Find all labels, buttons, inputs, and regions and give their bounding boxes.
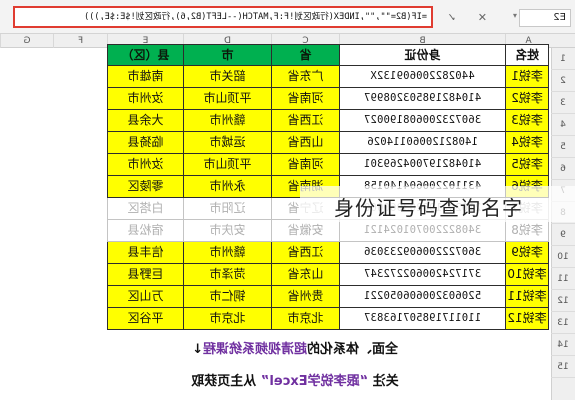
city-cell[interactable]: 辽阳市 [183,198,271,220]
row-header-9[interactable]: 9 [551,224,575,246]
city-cell[interactable]: 永州市 [183,176,271,198]
table-row: 李锐5 410482197004269301 河南省 平顶山市 汝州市 [107,154,549,176]
id-number-cell[interactable]: 371724200602272347 [339,264,505,286]
city-cell[interactable]: 韶关市 [183,66,271,88]
name-cell[interactable]: 李锐10 [505,264,549,286]
table-row: 李锐9 360722200609233036 江西省 赣州市 信丰县 [107,242,549,264]
city-cell[interactable]: 北京市 [183,308,271,330]
name-cell[interactable]: 李锐8 [505,220,549,242]
province-cell[interactable]: 贵州省 [271,286,339,308]
name-cell[interactable]: 李锐9 [505,242,549,264]
id-number-cell[interactable]: 14082120060114026 [339,132,505,154]
chevron-down-icon[interactable]: ▾ [513,11,517,20]
name-cell[interactable]: 李锐12 [505,308,549,330]
province-cell[interactable]: 安徽省 [271,220,339,242]
county-cell[interactable]: 巨野县 [107,264,183,286]
county-cell[interactable]: 临猗县 [107,132,183,154]
row-header-15[interactable]: 15 [551,356,575,378]
province-cell[interactable]: 河南省 [271,154,339,176]
county-cell[interactable]: 汝州市 [107,154,183,176]
formula-bar: E2 ▾ ✕ ✓ fx =IF(B2="","",INDEX(行政区划!F:F,… [0,0,575,34]
promo-line-1: 全面、体系化的超清视频系统课程↓ [105,338,485,357]
county-cell[interactable]: 万山区 [107,286,183,308]
promo-line-1-highlight: 超清视频系统课程 [202,342,307,357]
id-number-cell[interactable]: 410482198503208997 [339,88,505,110]
row-header-5[interactable]: 5 [551,136,575,158]
row-headers: 123456789101112131415 [551,48,575,400]
column-header-g[interactable]: G [0,34,53,48]
name-cell[interactable]: 李锐5 [505,154,549,176]
city-cell[interactable]: 菏泽市 [183,264,271,286]
city-cell[interactable]: 平顶山市 [183,154,271,176]
row-header-4[interactable]: 4 [551,114,575,136]
county-cell[interactable]: 零陵区 [107,176,183,198]
table-row: 李锐8 340822200701024121 安徽省 安庆市 宿松县 [107,220,549,242]
table-row: 李锐4 14082120060114026 山西省 运城市 临猗县 [107,132,549,154]
header-id-number-cell[interactable]: 身份证 [339,44,505,66]
province-cell[interactable]: 江西省 [271,242,339,264]
row-header-3[interactable]: 3 [551,92,575,114]
table-row: 李锐12 110117198507163837 北京市 北京市 平谷区 [107,308,549,330]
row-header-1[interactable]: 1 [551,48,575,70]
county-cell[interactable]: 宿松县 [107,220,183,242]
promo-line-1-arrow: ↓ [192,342,203,357]
table-row: 李锐10 371724200602272347 山东省 菏泽市 巨野县 [107,264,549,286]
county-cell[interactable]: 白塔区 [107,198,183,220]
name-cell[interactable]: 李锐2 [505,88,549,110]
county-cell[interactable]: 信丰县 [107,242,183,264]
id-number-cell[interactable]: 110117198507163837 [339,308,505,330]
row-header-12[interactable]: 12 [551,290,575,312]
table-row: 李锐2 410482198503208997 河南省 平顶山市 汝州市 [107,88,549,110]
promo-line-2-highlight: “跟李锐学Excel” [260,374,369,389]
city-cell[interactable]: 铜仁市 [183,286,271,308]
table-header-row: 姓名 身份证省市县（区） [107,44,549,66]
overlay-caption: 身份证号码查询名字 [334,196,523,220]
county-cell[interactable]: 南雄市 [107,66,183,88]
promo-line-2-prefix: 关注 [368,374,399,389]
promo-line-2: 关注 “跟李锐学Excel” 从主页获取 [105,370,485,389]
row-header-10[interactable]: 10 [551,246,575,268]
name-cell[interactable]: 李锐3 [505,110,549,132]
id-number-cell[interactable]: 440282200609132X [339,66,505,88]
promo-line-2-suffix: 从主页获取 [191,374,261,389]
id-number-cell[interactable]: 340822200701024121 [339,220,505,242]
id-number-cell[interactable]: 520603200606050221 [339,286,505,308]
city-cell[interactable]: 安庆市 [183,220,271,242]
city-cell[interactable]: 平顶山市 [183,88,271,110]
name-cell[interactable]: 李锐4 [505,132,549,154]
id-number-cell[interactable]: 360722200609233036 [339,242,505,264]
table-row: 李锐11 520603200606050221 贵州省 铜仁市 万山区 [107,286,549,308]
province-cell[interactable]: 山西省 [271,132,339,154]
name-box[interactable]: E2 [519,9,571,27]
county-cell[interactable]: 汝州市 [107,88,183,110]
promo-line-1-prefix: 全面、体系化的 [306,342,398,357]
row-header-13[interactable]: 13 [551,312,575,334]
header-city-cell[interactable]: 市 [183,44,271,66]
province-cell[interactable]: 北京市 [271,308,339,330]
row-header-11[interactable]: 11 [551,268,575,290]
county-cell[interactable]: 平谷区 [107,308,183,330]
province-cell[interactable]: 广东省 [271,66,339,88]
province-cell[interactable]: 山东省 [271,264,339,286]
province-cell[interactable]: 河南省 [271,88,339,110]
row-header-6[interactable]: 6 [551,158,575,180]
header-county-cell[interactable]: 县（区） [107,44,183,66]
name-cell[interactable]: 李锐11 [505,286,549,308]
column-header-f[interactable]: F [53,34,107,48]
id-number-cell[interactable]: 410482197004269301 [339,154,505,176]
city-cell[interactable]: 运城市 [183,132,271,154]
province-cell[interactable]: 江西省 [271,110,339,132]
city-cell[interactable]: 赣州市 [183,110,271,132]
row-header-2[interactable]: 2 [551,70,575,92]
table-row: 李锐3 360723200608190027 江西省 赣州市 大余县 [107,110,549,132]
table-row: 李锐1 440282200609132X 广东省 韶关市 南雄市 [107,66,549,88]
name-cell[interactable]: 李锐1 [505,66,549,88]
header-province-cell[interactable]: 省 [271,44,339,66]
row-header-14[interactable]: 14 [551,334,575,356]
city-cell[interactable]: 赣州市 [183,242,271,264]
id-number-cell[interactable]: 360723200608190027 [339,110,505,132]
county-cell[interactable]: 大余县 [107,110,183,132]
formula-input[interactable]: =IF(B2="","",INDEX(行政区划!F:F,MATCH(--LEFT… [13,6,433,28]
header-name-cell[interactable]: 姓名 [505,44,549,66]
